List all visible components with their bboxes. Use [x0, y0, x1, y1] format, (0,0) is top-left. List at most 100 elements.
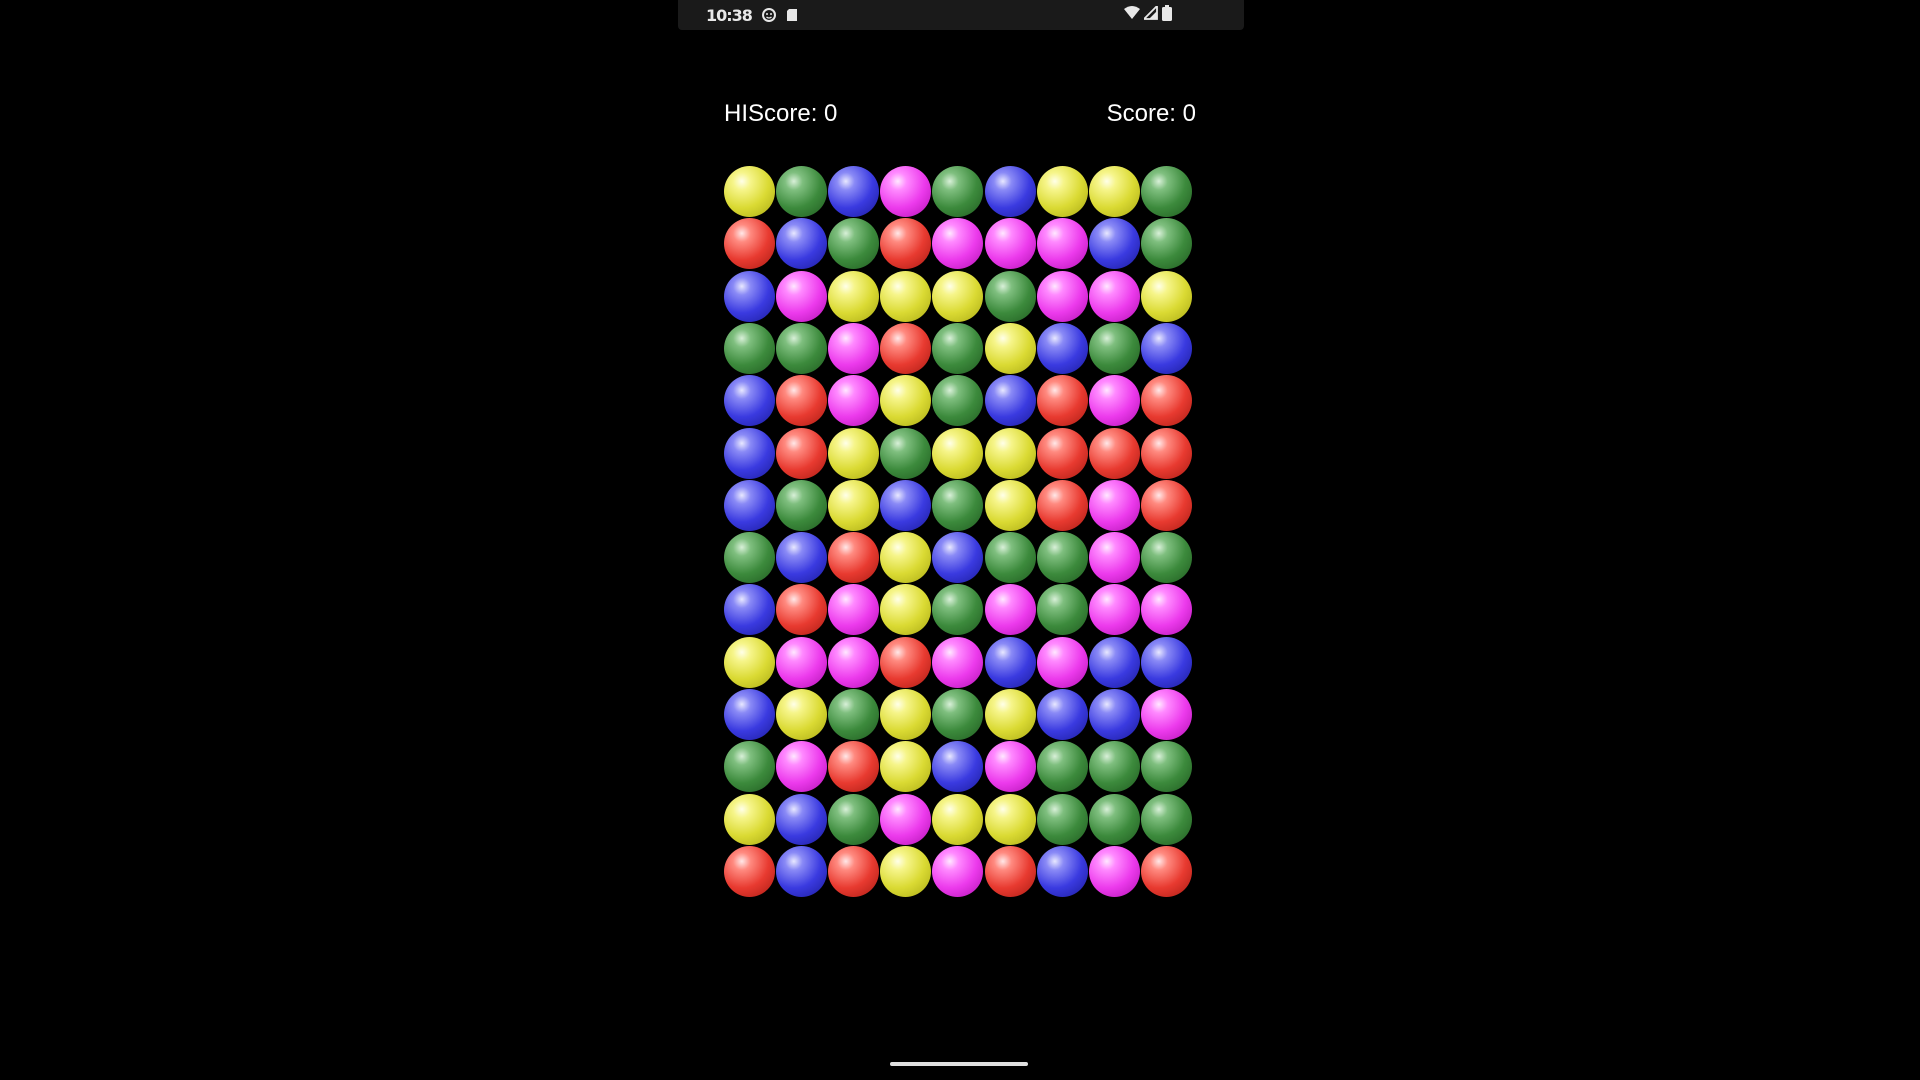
red-ball[interactable] [880, 218, 931, 269]
blue-ball[interactable] [932, 532, 983, 583]
red-ball[interactable] [880, 323, 931, 374]
yellow-ball[interactable] [880, 584, 931, 635]
pink-ball[interactable] [1089, 584, 1140, 635]
green-ball[interactable] [1037, 741, 1088, 792]
pink-ball[interactable] [1089, 375, 1140, 426]
blue-ball[interactable] [1037, 323, 1088, 374]
green-ball[interactable] [1141, 218, 1192, 269]
red-ball[interactable] [1141, 480, 1192, 531]
yellow-ball[interactable] [724, 637, 775, 688]
blue-ball[interactable] [985, 375, 1036, 426]
green-ball[interactable] [724, 532, 775, 583]
blue-ball[interactable] [724, 584, 775, 635]
green-ball[interactable] [985, 532, 1036, 583]
yellow-ball[interactable] [880, 532, 931, 583]
pink-ball[interactable] [828, 584, 879, 635]
red-ball[interactable] [828, 532, 879, 583]
pink-ball[interactable] [1141, 689, 1192, 740]
green-ball[interactable] [880, 428, 931, 479]
pink-ball[interactable] [1037, 218, 1088, 269]
blue-ball[interactable] [1141, 637, 1192, 688]
green-ball[interactable] [932, 480, 983, 531]
pink-ball[interactable] [828, 637, 879, 688]
blue-ball[interactable] [724, 480, 775, 531]
pink-ball[interactable] [1089, 846, 1140, 897]
home-indicator[interactable] [890, 1062, 1028, 1066]
green-ball[interactable] [1089, 323, 1140, 374]
red-ball[interactable] [1141, 428, 1192, 479]
green-ball[interactable] [828, 689, 879, 740]
yellow-ball[interactable] [932, 428, 983, 479]
yellow-ball[interactable] [880, 846, 931, 897]
green-ball[interactable] [1037, 794, 1088, 845]
green-ball[interactable] [932, 375, 983, 426]
red-ball[interactable] [828, 846, 879, 897]
yellow-ball[interactable] [985, 480, 1036, 531]
red-ball[interactable] [776, 428, 827, 479]
red-ball[interactable] [1141, 375, 1192, 426]
yellow-ball[interactable] [880, 375, 931, 426]
yellow-ball[interactable] [932, 794, 983, 845]
red-ball[interactable] [724, 218, 775, 269]
yellow-ball[interactable] [985, 428, 1036, 479]
red-ball[interactable] [1141, 846, 1192, 897]
green-ball[interactable] [828, 794, 879, 845]
pink-ball[interactable] [828, 375, 879, 426]
red-ball[interactable] [776, 375, 827, 426]
green-ball[interactable] [1141, 166, 1192, 217]
green-ball[interactable] [1037, 532, 1088, 583]
green-ball[interactable] [776, 166, 827, 217]
yellow-ball[interactable] [985, 794, 1036, 845]
yellow-ball[interactable] [724, 166, 775, 217]
green-ball[interactable] [932, 584, 983, 635]
green-ball[interactable] [724, 323, 775, 374]
green-ball[interactable] [1141, 794, 1192, 845]
green-ball[interactable] [1141, 741, 1192, 792]
pink-ball[interactable] [776, 741, 827, 792]
red-ball[interactable] [880, 637, 931, 688]
blue-ball[interactable] [932, 741, 983, 792]
blue-ball[interactable] [985, 637, 1036, 688]
yellow-ball[interactable] [828, 428, 879, 479]
blue-ball[interactable] [776, 846, 827, 897]
pink-ball[interactable] [880, 166, 931, 217]
red-ball[interactable] [1037, 480, 1088, 531]
blue-ball[interactable] [776, 218, 827, 269]
pink-ball[interactable] [828, 323, 879, 374]
pink-ball[interactable] [932, 218, 983, 269]
blue-ball[interactable] [776, 532, 827, 583]
pink-ball[interactable] [932, 637, 983, 688]
blue-ball[interactable] [724, 689, 775, 740]
yellow-ball[interactable] [880, 741, 931, 792]
red-ball[interactable] [1089, 428, 1140, 479]
blue-ball[interactable] [724, 271, 775, 322]
red-ball[interactable] [1037, 375, 1088, 426]
yellow-ball[interactable] [1089, 166, 1140, 217]
blue-ball[interactable] [724, 428, 775, 479]
red-ball[interactable] [724, 846, 775, 897]
green-ball[interactable] [776, 480, 827, 531]
blue-ball[interactable] [776, 794, 827, 845]
blue-ball[interactable] [1141, 323, 1192, 374]
pink-ball[interactable] [985, 218, 1036, 269]
pink-ball[interactable] [1089, 532, 1140, 583]
green-ball[interactable] [1089, 794, 1140, 845]
blue-ball[interactable] [985, 166, 1036, 217]
red-ball[interactable] [985, 846, 1036, 897]
green-ball[interactable] [1141, 532, 1192, 583]
yellow-ball[interactable] [880, 689, 931, 740]
pink-ball[interactable] [1089, 271, 1140, 322]
pink-ball[interactable] [1037, 637, 1088, 688]
red-ball[interactable] [1037, 428, 1088, 479]
pink-ball[interactable] [880, 794, 931, 845]
blue-ball[interactable] [1089, 218, 1140, 269]
red-ball[interactable] [776, 584, 827, 635]
green-ball[interactable] [724, 741, 775, 792]
pink-ball[interactable] [985, 741, 1036, 792]
blue-ball[interactable] [1037, 846, 1088, 897]
blue-ball[interactable] [1037, 689, 1088, 740]
pink-ball[interactable] [1141, 584, 1192, 635]
green-ball[interactable] [828, 218, 879, 269]
yellow-ball[interactable] [828, 271, 879, 322]
red-ball[interactable] [828, 741, 879, 792]
